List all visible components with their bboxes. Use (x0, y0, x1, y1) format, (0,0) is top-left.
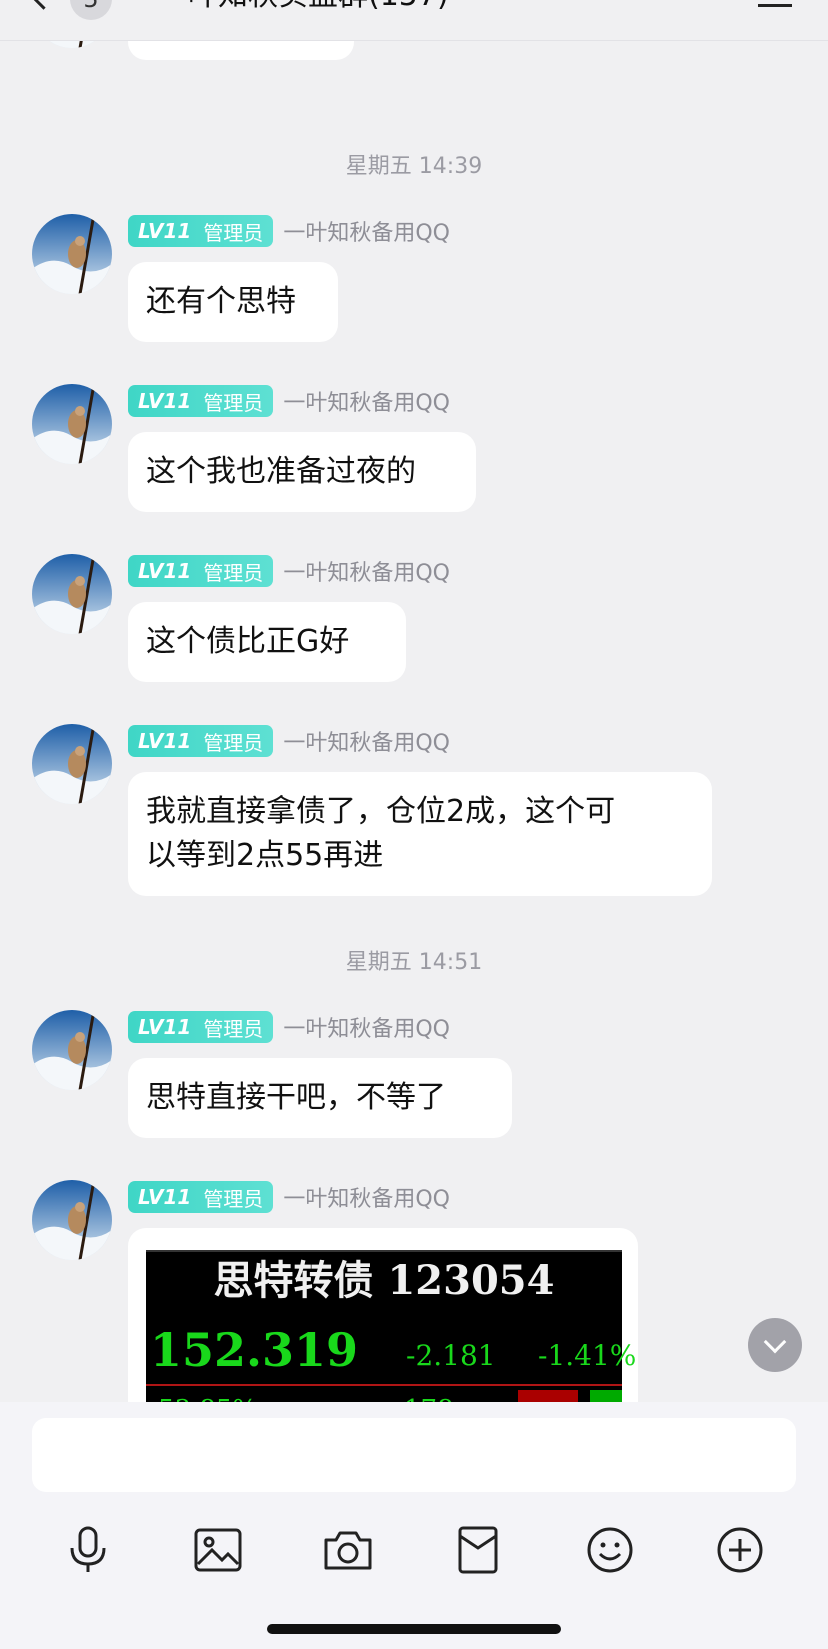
chat-screen: 5 一叶知秋实盘群(157) 10个点了😂 星期五 14:39 LV11管理员 … (0, 0, 828, 1649)
quote-price: 152.319 (150, 1323, 359, 1377)
avatar[interactable] (32, 554, 112, 634)
message-meta: LV11 管理员 一叶知秋备用QQ (128, 554, 450, 588)
message-bubble[interactable]: 还有个思特 (128, 262, 338, 342)
level-badge: LV11 管理员 (128, 215, 274, 247)
sender-name[interactable]: 一叶知秋备用QQ (283, 555, 450, 587)
message-meta: LV11 管理员 一叶知秋备用QQ (128, 214, 450, 248)
unread-count-badge[interactable]: 5 (70, 0, 112, 20)
quote-divider (146, 1384, 622, 1386)
message-text-line: 我就直接拿债了，仓位2成，这个可 (146, 794, 616, 829)
input-toolbar (0, 1512, 828, 1592)
sender-name[interactable]: 一叶知秋备用QQ (283, 385, 450, 417)
quote-title: 思特转债 123054 (213, 1257, 555, 1304)
input-panel (0, 1402, 828, 1649)
level-badge: LV11 管理员 (128, 385, 274, 417)
message-bubble[interactable]: 这个债比正G好 (128, 602, 406, 682)
message-bubble[interactable]: 这个我也准备过夜的 (128, 432, 476, 512)
red-packet-icon[interactable] (450, 1522, 506, 1578)
message-meta: LV11 管理员 一叶知秋备用QQ (128, 724, 450, 758)
camera-icon[interactable] (320, 1522, 376, 1578)
microphone-icon[interactable] (60, 1522, 116, 1578)
avatar[interactable] (32, 384, 112, 464)
menu-icon[interactable] (758, 0, 792, 10)
message-timestamp: 星期五 14:51 (345, 950, 483, 975)
message-timestamp: 星期五 14:39 (345, 154, 483, 179)
level-badge: LV11 管理员 (128, 1011, 274, 1043)
message-input[interactable] (32, 1418, 796, 1492)
level-badge: LV11 管理员 (128, 1181, 274, 1213)
chat-header: 5 一叶知秋实盘群(157) (0, 0, 828, 41)
image-icon[interactable] (190, 1522, 246, 1578)
scroll-to-bottom-button[interactable] (748, 1318, 802, 1372)
sender-name[interactable]: 一叶知秋备用QQ (283, 1181, 450, 1213)
emoji-icon[interactable] (582, 1522, 638, 1578)
sender-name[interactable]: 一叶知秋备用QQ (283, 1011, 450, 1043)
quote-change-percent: -1.41% (538, 1339, 637, 1372)
avatar[interactable] (32, 1010, 112, 1090)
avatar[interactable] (32, 724, 112, 804)
chat-title: 一叶知秋实盘群(157) (158, 0, 449, 14)
sender-name[interactable]: 一叶知秋备用QQ (283, 725, 450, 757)
quote-change: -2.181 (406, 1339, 496, 1372)
avatar[interactable] (32, 214, 112, 294)
sender-name[interactable]: 一叶知秋备用QQ (283, 215, 450, 247)
message-bubble[interactable]: 思特直接干吧，不等了 (128, 1058, 512, 1138)
message-meta: LV11 管理员 一叶知秋备用QQ (128, 1180, 450, 1214)
plus-icon[interactable] (712, 1522, 768, 1578)
message-meta: LV11 管理员 一叶知秋备用QQ (128, 384, 450, 418)
message-meta: LV11 管理员 一叶知秋备用QQ (128, 1010, 450, 1044)
message-text-line: 以等到2点55再进 (146, 838, 384, 873)
level-badge: LV11 管理员 (128, 555, 274, 587)
message-bubble[interactable]: 我就直接拿债了，仓位2成，这个可 以等到2点55再进 (128, 772, 712, 896)
avatar[interactable] (32, 1180, 112, 1260)
home-indicator (267, 1624, 561, 1634)
back-icon[interactable] (27, 0, 60, 10)
level-badge: LV11 管理员 (128, 725, 274, 757)
